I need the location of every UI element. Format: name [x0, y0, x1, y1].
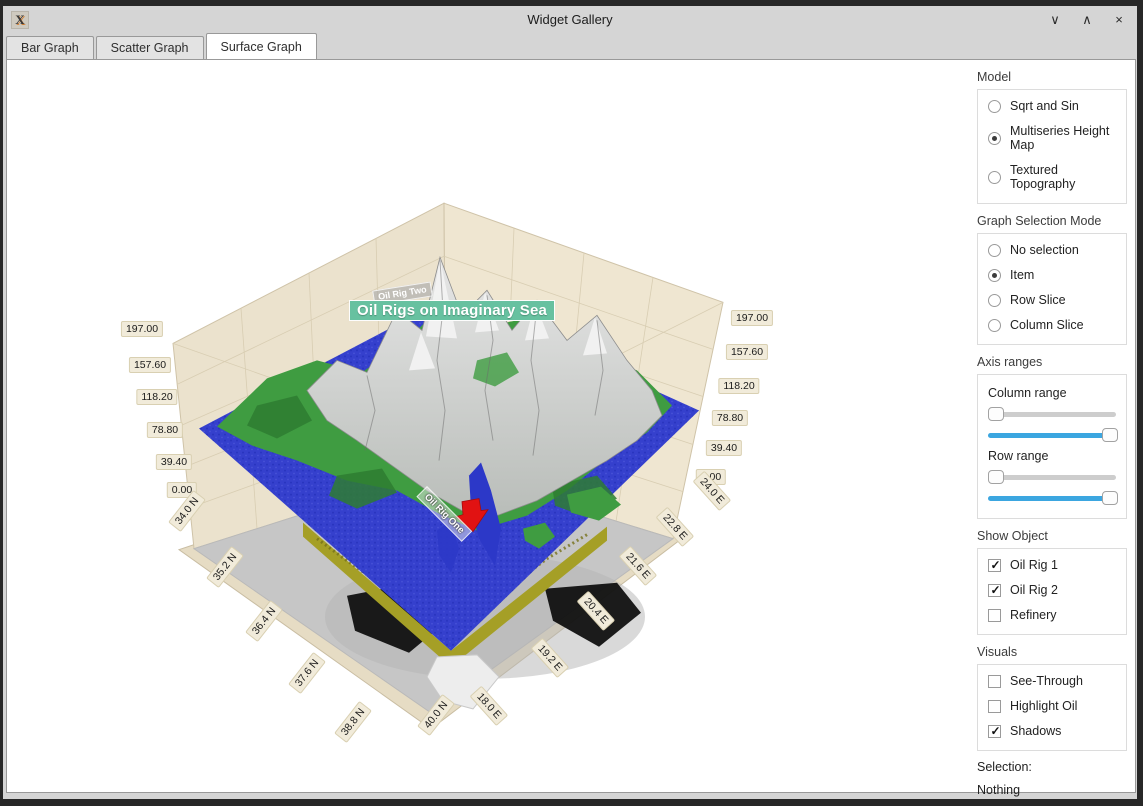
radio-label: Textured Topography — [1010, 163, 1118, 191]
radio-item[interactable]: Item — [988, 268, 1118, 282]
checkbox-label: See-Through — [1010, 674, 1083, 688]
slider-track[interactable] — [988, 496, 1116, 501]
radio-icon[interactable] — [988, 132, 1001, 145]
checkbox-label: Oil Rig 2 — [1010, 583, 1058, 597]
visuals-group: See-Through Highlight Oil Shadows — [977, 664, 1127, 751]
titlebar[interactable]: X Widget Gallery ∨ ∧ × — [3, 6, 1137, 33]
radio-sqrt-and-sin[interactable]: Sqrt and Sin — [988, 99, 1118, 113]
close-button[interactable]: × — [1111, 12, 1127, 27]
radio-label: Item — [1010, 268, 1034, 282]
settings-panel: Model Sqrt and Sin Multiseries Height Ma… — [963, 60, 1135, 792]
slider-handle[interactable] — [988, 470, 1004, 484]
radio-textured-topography[interactable]: Textured Topography — [988, 163, 1118, 191]
tab-bar-graph[interactable]: Bar Graph — [6, 36, 94, 59]
surface-plot-3d[interactable]: Oil Rig Two Oil Rigs on Imaginary Sea Oi… — [7, 60, 963, 792]
checkbox-label: Shadows — [1010, 724, 1061, 738]
slider-track[interactable] — [988, 433, 1116, 438]
radio-icon[interactable] — [988, 269, 1001, 282]
radio-label: Sqrt and Sin — [1010, 99, 1079, 113]
slider-handle[interactable] — [1102, 491, 1118, 505]
checkbox-see-through[interactable]: See-Through — [988, 674, 1118, 688]
row-range-min-slider[interactable] — [988, 470, 1116, 484]
z-axis-tick-left: 118.20 — [136, 389, 177, 405]
row-range-label: Row range — [988, 449, 1118, 463]
checkbox-icon[interactable] — [988, 725, 1001, 738]
slider-track[interactable] — [988, 412, 1116, 417]
selection-value: Nothing — [977, 783, 1135, 797]
checkbox-oil-rig-1[interactable]: Oil Rig 1 — [988, 558, 1118, 572]
z-axis-tick-left: 197.00 — [121, 321, 163, 337]
slider-handle[interactable] — [988, 407, 1004, 421]
checkbox-icon[interactable] — [988, 559, 1001, 572]
maximize-button[interactable]: ∧ — [1079, 12, 1095, 28]
chart-title: Oil Rigs on Imaginary Sea — [349, 300, 555, 321]
checkbox-shadows[interactable]: Shadows — [988, 724, 1118, 738]
slider-handle[interactable] — [1102, 428, 1118, 442]
selection-mode-section-label: Graph Selection Mode — [977, 214, 1135, 228]
model-group: Sqrt and Sin Multiseries Height Map Text… — [977, 89, 1127, 204]
model-section-label: Model — [977, 70, 1135, 84]
radio-label: Multiseries Height Map — [1010, 124, 1118, 152]
radio-label: Column Slice — [1010, 318, 1084, 332]
z-axis-tick-left: 157.60 — [129, 357, 171, 373]
tab-bar: Bar Graph Scatter Graph Surface Graph — [6, 33, 1137, 59]
column-range-max-slider[interactable] — [988, 428, 1116, 442]
checkbox-oil-rig-2[interactable]: Oil Rig 2 — [988, 583, 1118, 597]
checkbox-label: Highlight Oil — [1010, 699, 1077, 713]
show-object-section-label: Show Object — [977, 529, 1135, 543]
checkbox-icon[interactable] — [988, 675, 1001, 688]
checkbox-refinery[interactable]: Refinery — [988, 608, 1118, 622]
z-axis-tick-left: 39.40 — [156, 454, 192, 470]
checkbox-label: Refinery — [1010, 608, 1057, 622]
radio-label: Row Slice — [1010, 293, 1066, 307]
surface-graph-page: Oil Rig Two Oil Rigs on Imaginary Sea Oi… — [6, 59, 1136, 793]
z-axis-tick-right: 78.80 — [712, 410, 748, 426]
radio-multiseries-height-map[interactable]: Multiseries Height Map — [988, 124, 1118, 152]
application-window: X Widget Gallery ∨ ∧ × Bar Graph Scatter… — [3, 6, 1137, 799]
visuals-section-label: Visuals — [977, 645, 1135, 659]
radio-icon[interactable] — [988, 171, 1001, 184]
radio-icon[interactable] — [988, 244, 1001, 257]
z-axis-tick-right: 118.20 — [718, 378, 759, 394]
row-range-max-slider[interactable] — [988, 491, 1116, 505]
checkbox-icon[interactable] — [988, 700, 1001, 713]
radio-icon[interactable] — [988, 319, 1001, 332]
checkbox-icon[interactable] — [988, 584, 1001, 597]
checkbox-highlight-oil[interactable]: Highlight Oil — [988, 699, 1118, 713]
axis-ranges-group: Column range Row range — [977, 374, 1127, 519]
axis-ranges-section-label: Axis ranges — [977, 355, 1135, 369]
radio-no-selection[interactable]: No selection — [988, 243, 1118, 257]
minimize-button[interactable]: ∨ — [1047, 12, 1063, 28]
tab-scatter-graph[interactable]: Scatter Graph — [96, 36, 204, 59]
show-object-group: Oil Rig 1 Oil Rig 2 Refinery — [977, 548, 1127, 635]
column-range-label: Column range — [988, 386, 1118, 400]
radio-icon[interactable] — [988, 100, 1001, 113]
radio-icon[interactable] — [988, 294, 1001, 307]
checkbox-icon[interactable] — [988, 609, 1001, 622]
selection-mode-group: No selection Item Row Slice Column Slice — [977, 233, 1127, 345]
radio-label: No selection — [1010, 243, 1079, 257]
z-axis-tick-right: 39.40 — [706, 440, 742, 456]
z-axis-tick-right: 197.00 — [731, 310, 773, 326]
radio-row-slice[interactable]: Row Slice — [988, 293, 1118, 307]
selection-label: Selection: — [977, 760, 1135, 774]
column-range-min-slider[interactable] — [988, 407, 1116, 421]
tab-surface-graph[interactable]: Surface Graph — [206, 33, 317, 59]
z-axis-tick-left: 78.80 — [147, 422, 183, 438]
radio-column-slice[interactable]: Column Slice — [988, 318, 1118, 332]
checkbox-label: Oil Rig 1 — [1010, 558, 1058, 572]
slider-track[interactable] — [988, 475, 1116, 480]
window-title: Widget Gallery — [3, 12, 1137, 27]
z-axis-tick-right: 157.60 — [726, 344, 768, 360]
